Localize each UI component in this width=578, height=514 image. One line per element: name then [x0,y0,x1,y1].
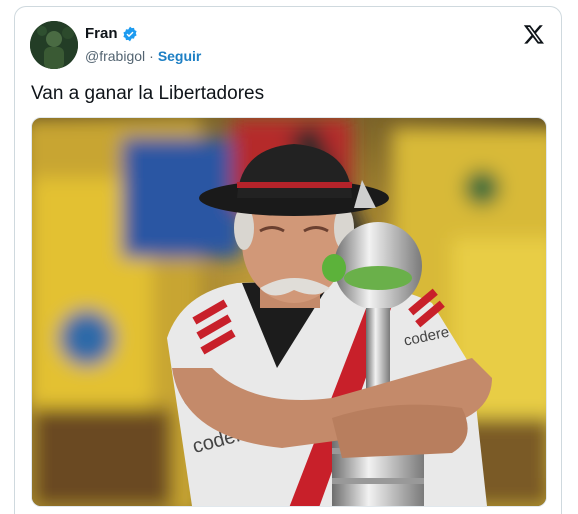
avatar[interactable] [30,21,78,69]
tweet-card[interactable]: Fran @frabigol · Seguir Van a ganar la L… [14,6,562,514]
follow-button[interactable]: Seguir [158,48,202,64]
author-handle[interactable]: @frabigol [85,48,145,64]
separator-dot: · [149,48,154,64]
tweet-text: Van a ganar la Libertadores [31,83,265,104]
verified-badge-icon [122,26,138,42]
tweet-photo[interactable]: codere codere [31,117,547,507]
author-name[interactable]: Fran [85,25,118,42]
x-logo-icon[interactable] [523,23,545,45]
